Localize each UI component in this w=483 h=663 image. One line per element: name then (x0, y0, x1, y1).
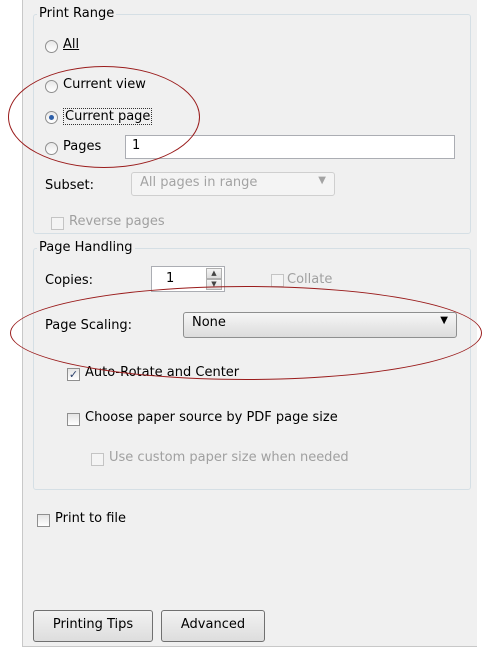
choose-paper-source-label: Choose paper source by PDF page size (85, 410, 338, 425)
collate-label: Collate (287, 272, 333, 287)
current-page-radio[interactable] (45, 111, 58, 124)
all-radio[interactable] (45, 40, 58, 53)
chevron-down-icon: ▼ (440, 315, 448, 326)
advanced-button[interactable]: Advanced (161, 610, 265, 642)
copies-down-arrow-icon[interactable]: ▼ (206, 279, 222, 290)
current-view-label: Current view (63, 77, 146, 92)
choose-paper-source-checkbox[interactable] (67, 413, 80, 426)
page-handling-legend: Page Handling (37, 240, 135, 255)
print-to-file-label: Print to file (55, 511, 127, 526)
copies-label: Copies: (45, 273, 94, 288)
subset-value: All pages in range (140, 175, 258, 190)
print-range-legend: Print Range (37, 6, 117, 21)
auto-rotate-label: Auto-Rotate and Center (85, 365, 240, 380)
current-page-label: Current page (63, 108, 153, 125)
pages-label: Pages (63, 139, 102, 154)
pages-input[interactable]: 1 (125, 135, 455, 159)
custom-paper-size-checkbox (91, 453, 104, 466)
copies-up-arrow-icon[interactable]: ▲ (206, 268, 222, 279)
copies-stepper[interactable]: 1 ▲ ▼ (151, 266, 225, 292)
page-scaling-value: None (192, 315, 226, 330)
reverse-pages-label: Reverse pages (69, 214, 165, 229)
page-scaling-label: Page Scaling: (45, 318, 133, 333)
subset-select: All pages in range ▼ (131, 172, 335, 196)
chevron-down-icon: ▼ (318, 175, 326, 186)
pages-radio[interactable] (45, 142, 58, 155)
page-scaling-select[interactable]: None ▼ (183, 312, 457, 338)
all-label: All (63, 37, 80, 52)
auto-rotate-checkbox[interactable]: ✓ (67, 368, 80, 381)
reverse-pages-checkbox (51, 217, 64, 230)
collate-checkbox (271, 274, 284, 287)
custom-paper-size-label: Use custom paper size when needed (109, 450, 349, 465)
copies-value: 1 (166, 271, 175, 286)
printing-tips-button[interactable]: Printing Tips (33, 610, 153, 642)
print-options-panel: Print Range All Current view Current pag… (22, 0, 477, 647)
current-view-radio[interactable] (45, 80, 58, 93)
print-to-file-checkbox[interactable] (37, 514, 50, 527)
subset-label: Subset: (45, 178, 94, 193)
